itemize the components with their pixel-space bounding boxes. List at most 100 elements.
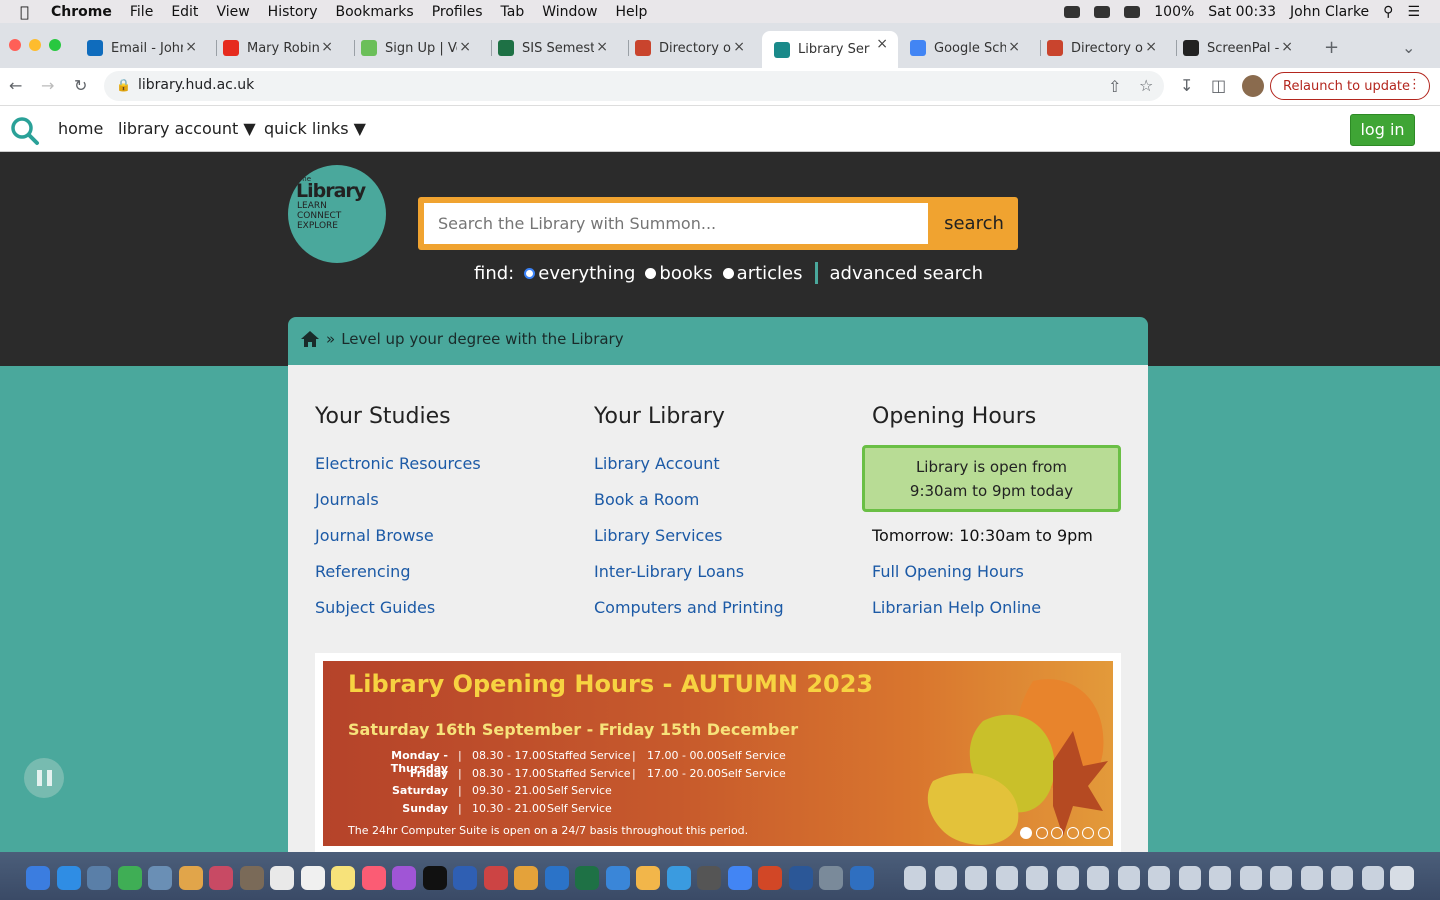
- carousel-dot[interactable]: [1097, 827, 1110, 839]
- maximize-window-button[interactable]: [49, 39, 61, 51]
- link-computers-printing[interactable]: Computers and Printing: [594, 598, 784, 617]
- nav-quick-links[interactable]: quick links ▼: [264, 119, 366, 138]
- dock-window-thumbnail[interactable]: [1270, 866, 1292, 890]
- link-library-account[interactable]: Library Account: [594, 454, 720, 473]
- close-tab-icon[interactable]: ×: [1281, 39, 1293, 55]
- dock-app-icon[interactable]: [697, 866, 721, 890]
- browser-tab[interactable]: Library Serv ×: [762, 31, 898, 68]
- dock-window-thumbnail[interactable]: [1117, 866, 1140, 890]
- menu-app-name[interactable]: Chrome: [51, 4, 112, 20]
- close-tab-icon[interactable]: ×: [459, 39, 471, 55]
- address-bar[interactable]: [104, 71, 1164, 101]
- link-library-services[interactable]: Library Services: [594, 526, 723, 545]
- menu-profiles[interactable]: Profiles: [432, 4, 483, 20]
- browser-tab[interactable]: Google Scho×: [910, 34, 1028, 62]
- cloud-icon[interactable]: [1094, 5, 1111, 18]
- login-button[interactable]: log in: [1350, 114, 1415, 146]
- dock-app-icon[interactable]: [56, 866, 81, 890]
- pause-button[interactable]: [24, 758, 64, 798]
- tab-search-chevron-icon[interactable]: ⌄: [1402, 38, 1415, 57]
- menu-window[interactable]: Window: [542, 4, 597, 20]
- dock-window-thumbnail[interactable]: [1331, 866, 1353, 890]
- carousel-dot[interactable]: [1066, 827, 1079, 839]
- clock[interactable]: Sat 00:33: [1208, 4, 1276, 20]
- dock-app-icon[interactable]: [453, 866, 477, 890]
- library-logo[interactable]: The Library LEARN CONNECT EXPLORE: [288, 165, 386, 263]
- dock-window-thumbnail[interactable]: [1361, 866, 1384, 890]
- browser-tab[interactable]: ScreenPal - ×: [1183, 34, 1301, 62]
- status-icon[interactable]: [1064, 5, 1081, 18]
- reload-icon[interactable]: ↻: [74, 76, 87, 95]
- dock-window-thumbnail[interactable]: [934, 866, 957, 890]
- dock-app-icon[interactable]: [361, 866, 386, 890]
- menu-tab[interactable]: Tab: [501, 4, 525, 20]
- dock-window-thumbnail[interactable]: [1056, 866, 1079, 890]
- link-subject-guides[interactable]: Subject Guides: [315, 598, 435, 617]
- dock-app-icon[interactable]: [331, 866, 355, 890]
- user-name[interactable]: John Clarke: [1290, 4, 1369, 20]
- dock-app-icon[interactable]: [239, 866, 264, 890]
- bookmark-star-icon[interactable]: ☆: [1139, 76, 1153, 95]
- link-journal-browse[interactable]: Journal Browse: [315, 526, 434, 545]
- dock-app-icon[interactable]: [270, 866, 294, 890]
- url-text[interactable]: library.hud.ac.uk: [138, 77, 254, 93]
- search-input[interactable]: [424, 203, 928, 244]
- dock-app-icon[interactable]: [87, 866, 111, 890]
- dock-app-icon[interactable]: [148, 866, 172, 890]
- browser-tab[interactable]: Sign Up | Vo ×: [361, 34, 479, 62]
- carousel-dot[interactable]: [1051, 827, 1063, 839]
- close-tab-icon[interactable]: ×: [321, 39, 333, 55]
- home-icon[interactable]: [300, 330, 320, 348]
- new-tab-button[interactable]: +: [1324, 37, 1339, 58]
- dock-app-icon[interactable]: [392, 866, 416, 890]
- search-icon[interactable]: [10, 116, 40, 146]
- menu-file[interactable]: File: [130, 4, 153, 20]
- dock-app-icon[interactable]: [605, 866, 630, 890]
- dock-window-thumbnail[interactable]: [1209, 866, 1231, 890]
- browser-tab[interactable]: Mary Robins ×: [223, 34, 341, 62]
- dock-app-icon[interactable]: [178, 866, 203, 890]
- close-window-button[interactable]: [9, 39, 21, 51]
- dock-app-icon[interactable]: [758, 866, 782, 890]
- close-tab-icon[interactable]: ×: [185, 39, 197, 55]
- dock-window-thumbnail[interactable]: [995, 866, 1018, 890]
- dock-window-thumbnail[interactable]: [1026, 866, 1048, 890]
- menu-help[interactable]: Help: [615, 4, 647, 20]
- battery-percent[interactable]: 100%: [1154, 4, 1194, 20]
- menu-view[interactable]: View: [216, 4, 249, 20]
- dock-window-thumbnail[interactable]: [965, 866, 987, 890]
- dock-app-icon[interactable]: [26, 866, 50, 890]
- dock-app-icon[interactable]: [575, 866, 599, 890]
- radio-everything[interactable]: [524, 267, 536, 279]
- dock-app-icon[interactable]: [300, 866, 325, 890]
- carousel-dot[interactable]: [1035, 827, 1048, 839]
- profile-avatar[interactable]: [1242, 75, 1264, 97]
- carousel-dot[interactable]: [1020, 827, 1032, 839]
- dock-app-icon[interactable]: [666, 866, 691, 890]
- close-tab-icon[interactable]: ×: [876, 36, 888, 52]
- dock-window-thumbnail[interactable]: [1087, 866, 1109, 890]
- download-icon[interactable]: ↧: [1180, 76, 1193, 95]
- dock-app-icon[interactable]: [849, 866, 874, 890]
- relaunch-button[interactable]: Relaunch to update ⋮: [1270, 72, 1430, 100]
- radio-articles[interactable]: [722, 267, 734, 279]
- link-librarian-help-online[interactable]: Librarian Help Online: [872, 598, 1041, 617]
- dock-app-icon[interactable]: [788, 866, 813, 890]
- menu-edit[interactable]: Edit: [171, 4, 198, 20]
- link-electronic-resources[interactable]: Electronic Resources: [315, 454, 481, 473]
- link-full-opening-hours[interactable]: Full Opening Hours: [872, 562, 1024, 581]
- search-button[interactable]: search: [930, 203, 1018, 244]
- option-everything[interactable]: everything: [538, 263, 635, 284]
- dock-app-icon[interactable]: [544, 866, 569, 890]
- dock-window-thumbnail[interactable]: [1178, 866, 1201, 890]
- option-articles[interactable]: articles: [737, 263, 803, 284]
- dock-app-icon[interactable]: [636, 866, 660, 890]
- carousel-dot[interactable]: [1082, 827, 1094, 839]
- dock-app-icon[interactable]: [819, 866, 843, 890]
- forward-arrow-icon[interactable]: →: [41, 76, 54, 95]
- dock-app-icon[interactable]: [514, 866, 538, 890]
- control-center-icon[interactable]: ☰: [1407, 4, 1420, 20]
- close-tab-icon[interactable]: ×: [1008, 39, 1020, 55]
- dock-app-icon[interactable]: [209, 866, 233, 890]
- trash-icon[interactable]: [1390, 866, 1414, 890]
